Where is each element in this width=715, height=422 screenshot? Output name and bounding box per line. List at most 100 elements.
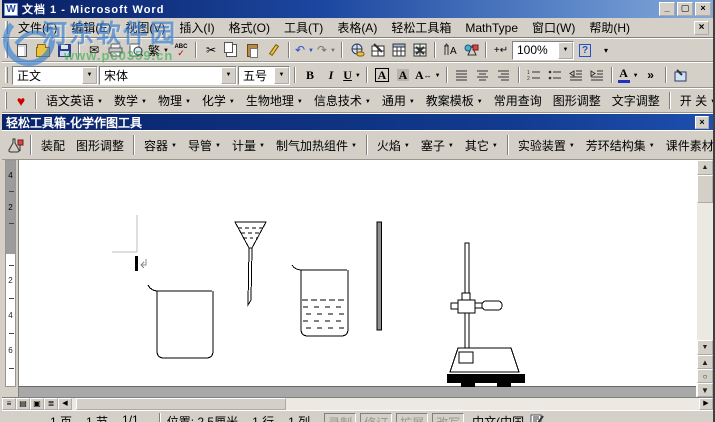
menu-item-edit[interactable]: 编辑(E) (64, 17, 118, 38)
font-combobox[interactable]: 宋体 ▼ (99, 65, 237, 85)
style-combobox[interactable]: 正文 ▼ (12, 65, 98, 85)
cut-button[interactable]: ✂ (201, 40, 221, 60)
center-button[interactable] (473, 65, 493, 85)
menu-item-window[interactable]: 窗口(W) (525, 17, 582, 38)
document-close-button[interactable]: × (694, 20, 709, 35)
font-color-button[interactable]: A (617, 65, 640, 85)
menu-stoppers[interactable]: 塞子 (416, 135, 459, 155)
chem-graphic-adjust-button[interactable]: 图形调整 (71, 135, 129, 155)
outline-view-button[interactable]: ≣ (44, 398, 58, 410)
assemble-button[interactable]: 装配 (36, 135, 70, 155)
menu-item-view[interactable]: 视图(V) (118, 17, 172, 38)
bold-button[interactable]: B (300, 65, 320, 85)
decrease-indent-button[interactable] (566, 65, 586, 85)
print-preview-button[interactable] (126, 40, 146, 60)
more-buttons-chevron[interactable]: » (641, 65, 661, 85)
menu-biology-geography[interactable]: 生物地理 (241, 91, 308, 111)
normal-view-button[interactable]: ≡ (2, 398, 16, 410)
vertical-ruler[interactable]: 4 2 2 4 6 (2, 160, 19, 397)
redo-button[interactable]: ↷ (316, 40, 337, 60)
maximize-button[interactable]: ▢ (677, 2, 693, 16)
character-border-button[interactable]: A (372, 65, 392, 85)
menu-measuring[interactable]: 计量 (227, 135, 270, 155)
undo-button[interactable]: ↶ (294, 40, 315, 60)
print-layout-view-button[interactable]: ▣ (30, 398, 44, 410)
drawing-toolbar-button[interactable] (461, 40, 481, 60)
menu-item-mathtype[interactable]: MathType (458, 19, 525, 37)
bullets-button[interactable] (545, 65, 565, 85)
menu-containers[interactable]: 容器 (139, 135, 182, 155)
standard-toolbar-overflow-button[interactable]: ▾ (596, 40, 616, 60)
increase-indent-button[interactable] (587, 65, 607, 85)
menu-physics[interactable]: 物理 (153, 91, 196, 111)
horizontal-scroll-thumb[interactable] (76, 398, 286, 410)
open-button[interactable] (33, 40, 53, 60)
status-mode-record[interactable]: 录制 (324, 413, 357, 422)
arrow-plus-icon-button[interactable]: +↵ (491, 40, 511, 60)
convert-traditional-button[interactable]: 繁 (147, 40, 170, 60)
scroll-right-button[interactable]: ▶ (699, 398, 713, 410)
menu-aromatic-rings[interactable]: 芳环结构集 (581, 135, 660, 155)
menu-general[interactable]: 通用 (377, 91, 420, 111)
beaker-empty-drawing[interactable] (147, 284, 214, 359)
vertical-scroll-thumb[interactable] (697, 175, 713, 203)
vertical-scroll-track[interactable] (697, 175, 713, 340)
horizontal-scroll-track[interactable] (72, 398, 699, 410)
text-direction-button[interactable]: A (440, 40, 460, 60)
common-query-button[interactable]: 常用查询 (489, 91, 547, 111)
favorites-button[interactable]: ♥ (11, 91, 31, 111)
status-mode-extend[interactable]: 扩展 (396, 413, 429, 422)
menu-item-help[interactable]: 帮助(H) (582, 17, 637, 38)
paste-button[interactable] (243, 40, 263, 60)
save-button[interactable] (54, 40, 74, 60)
graphic-adjust-button[interactable]: 图形调整 (548, 91, 606, 111)
glass-rod-drawing[interactable] (376, 221, 382, 331)
menu-others[interactable]: 其它 (460, 135, 503, 155)
menu-courseware-library[interactable]: 课件素材库 (661, 135, 713, 155)
help-button[interactable]: ? (575, 40, 595, 60)
menu-chemistry[interactable]: 化学 (197, 91, 240, 111)
menu-item-tools[interactable]: 工具(T) (277, 17, 330, 38)
format-painter-button[interactable] (264, 40, 284, 60)
character-shading-button[interactable]: A (393, 65, 413, 85)
standard-toolbar-grip[interactable] (5, 42, 8, 58)
insert-table-button[interactable] (389, 40, 409, 60)
numbering-button[interactable]: 1 2 (524, 65, 544, 85)
new-document-button[interactable] (12, 40, 32, 60)
insert-hyperlink-button[interactable] (347, 40, 367, 60)
character-scale-button[interactable]: A ↔ (414, 65, 442, 85)
toolbox-switch-button[interactable]: 开 关 (675, 91, 713, 111)
copy-button[interactable] (222, 40, 242, 60)
style-dropdown-arrow[interactable]: ▼ (82, 66, 97, 84)
menu-item-file[interactable]: 文件(F) (11, 17, 64, 38)
web-layout-view-button[interactable]: ▤ (16, 398, 30, 410)
underline-button[interactable]: U (342, 65, 362, 85)
menu-chinese-english[interactable]: 语文英语 (41, 91, 108, 111)
menu-experiment-setups[interactable]: 实验装置 (513, 135, 580, 155)
print-button[interactable] (105, 40, 125, 60)
document-page[interactable] (19, 160, 696, 387)
justify-button[interactable] (452, 65, 472, 85)
menu-info-tech[interactable]: 信息技术 (309, 91, 376, 111)
menu-item-insert[interactable]: 插入(I) (172, 17, 221, 38)
formatting-toolbar-grip[interactable] (5, 66, 8, 84)
menu-math[interactable]: 数学 (109, 91, 152, 111)
funnel-drawing[interactable] (234, 221, 267, 307)
zoom-combobox[interactable]: 100% ▼ (512, 40, 574, 60)
menu-item-easy-toolbox[interactable]: 轻松工具箱 (384, 17, 458, 38)
font-dropdown-arrow[interactable]: ▼ (221, 66, 236, 84)
subject-toolbar-grip[interactable] (5, 92, 7, 109)
status-mode-overtype[interactable]: 改写 (432, 413, 465, 422)
tables-and-borders-button[interactable] (368, 40, 388, 60)
menu-flame[interactable]: 火焰 (372, 135, 415, 155)
scroll-left-button[interactable]: ◀ (58, 398, 72, 410)
insert-excel-worksheet-button[interactable] (410, 40, 430, 60)
menu-item-table[interactable]: 表格(A) (330, 17, 384, 38)
zoom-dropdown-arrow[interactable]: ▼ (558, 41, 573, 59)
text-adjust-button[interactable]: 文字调整 (607, 91, 665, 111)
menu-bar-grip[interactable] (5, 20, 8, 35)
menu-gas-heating[interactable]: 制气加热组件 (271, 135, 362, 155)
toolbox-close-button[interactable]: × (695, 115, 709, 129)
size-combobox[interactable]: 五号 ▼ (238, 65, 290, 85)
italic-button[interactable]: I (321, 65, 341, 85)
